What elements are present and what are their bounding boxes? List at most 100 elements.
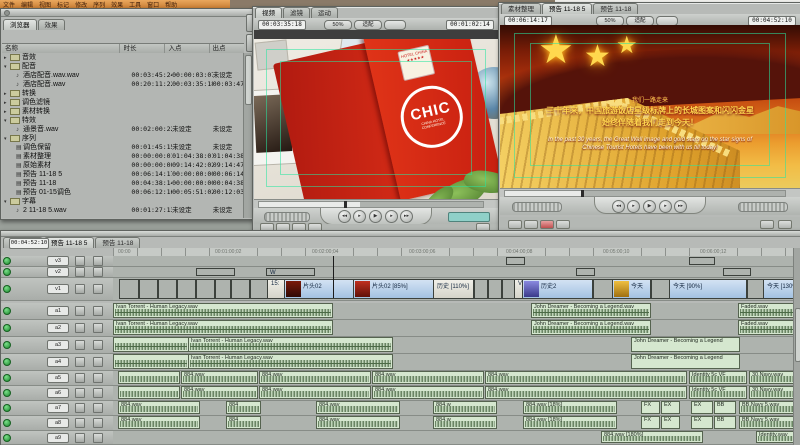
audio-clip-884.wav[interactable]: 884.wav [372,386,484,399]
speaker-icon[interactable] [93,403,103,413]
video-clip[interactable] [119,279,140,299]
video-clip[interactable] [689,257,715,265]
video-clip[interactable] [196,268,235,276]
timeline-current-timecode[interactable]: 00:04:52:10 [9,238,49,249]
browser-row-预告 01-15调色[interactable]: ▤预告 01-15调色00:06:12:1600:05:51:0200:12:0… [2,188,244,197]
track-destination-v1[interactable]: v1 [47,284,69,294]
audio-clip-Faded.wav[interactable]: Faded.wav [738,303,794,318]
viewer-current-timecode[interactable]: 00:01:02:14 [446,20,494,30]
audio-clip-BB.Navy 5.wav[interactable]: BB.Navy 5.wav [739,416,794,429]
play-button[interactable]: ▶ [643,200,656,213]
browser-row-字幕[interactable]: ▾字幕 [2,197,244,206]
audio-clip[interactable] [118,371,180,384]
browser-row-预告 11-18[interactable]: ▤预告 11-1800:04:38:1400:00:00:0000:04:38:… [2,179,244,188]
track-enable-light[interactable] [3,307,11,315]
viewer-jog-control[interactable] [264,212,310,222]
audio-clip-884.w[interactable]: 884.w [433,416,497,429]
audio-clip[interactable] [118,386,180,399]
track-destination-a8[interactable]: a8 [47,418,69,428]
browser-row-调色滤镜[interactable]: ▸调色滤镜 [2,98,244,107]
audio-clip-884.wav [18%][interactable]: 884.wav [18%] [523,416,617,429]
close-icon[interactable] [4,10,10,16]
track-header-a8[interactable]: a8 [1,416,114,430]
track-body-a1[interactable]: Ivan Torrent - Human Legacy.wav John Drea… [113,303,794,319]
previous-edit-button[interactable]: ◂◂ [612,200,625,213]
video-clip[interactable] [723,268,751,276]
track-body-a5[interactable]: 884.wav884.wav884.wav884.wavIdentity 5c … [113,371,794,385]
track-destination-a7[interactable]: a7 [47,403,69,413]
audio-clip-884.wav[interactable]: 884.wav [118,401,200,414]
audio-clip-Identity.wav[interactable]: Identity.wav [756,431,794,443]
edit-overlay-dropdown[interactable] [760,220,774,229]
audio-clip-884.wav[interactable]: 884.wav [181,386,258,399]
video-clip-W[interactable]: W [266,268,315,276]
audio-clip-Ivan Torrent - Human Legacy.wav[interactable]: Ivan Torrent - Human Legacy.wav [188,337,393,352]
audio-clip-BB.Navy 5.wav[interactable]: BB.Navy 5.wav [739,401,794,414]
track-destination-a2[interactable]: a2 [47,323,69,333]
track-enable-light[interactable] [3,404,11,412]
track-body-v2[interactable]: W [113,267,794,277]
viewer-zoom-dropdown[interactable]: 50% [324,20,352,30]
canvas-shuttle-control[interactable] [738,202,788,212]
lock-icon[interactable] [75,403,85,413]
audio-clip-John Dreamer - Becoming a Legend.wav[interactable]: John Dreamer - Becoming a Legend.wav [531,303,651,318]
track-enable-light[interactable] [3,257,11,265]
audio-clip-30.Navy.wav[interactable]: 30.Navy.wav [749,386,794,399]
audio-clip[interactable] [113,354,189,369]
video-clip[interactable] [576,268,595,276]
video-clip[interactable] [176,279,197,299]
audio-clip-884.wav[interactable]: 884.wav [372,371,484,384]
timeline-tab-预告 11-18 5[interactable]: 预告 11-18 5 [44,237,94,248]
video-clip[interactable] [230,279,251,299]
track-header-a7[interactable]: a7 [1,401,114,415]
track-destination-v2[interactable]: v2 [47,267,69,277]
browser-row-素材整理[interactable]: ▤素材整理00:00:00:0101:04:38:0101:04:38:01 [2,152,244,161]
browser-row-预告 11-18 5[interactable]: ▤预告 11-18 500:06:14:1700:00:00:0000:06:1… [2,170,244,179]
audio-clip-BB[interactable]: BB [714,416,736,429]
audio-clip-EX[interactable]: EX [691,401,713,414]
track-header-v1[interactable]: v1 [1,278,114,300]
track-destination-a3[interactable]: a3 [47,340,69,350]
viewer-video-area[interactable]: HOTEL CHINA★★★★★ CHIC CHINA HOTEL CONFER… [254,30,498,199]
browser-row-序列[interactable]: ▾序列 [2,134,244,143]
track-enable-light[interactable] [3,419,11,427]
speaker-icon[interactable] [93,388,103,398]
track-header-v3[interactable]: v3 [1,256,114,266]
lock-icon[interactable] [75,433,85,443]
audio-clip-Ivan Torrent - Human Legacy.wav[interactable]: Ivan Torrent - Human Legacy.wav [113,303,333,318]
play-in-to-out-button[interactable]: ▸ [627,200,640,213]
timeline-scrollbar[interactable] [793,248,800,445]
mark-clip-button[interactable] [524,220,538,229]
audio-clip-Identity 5c VF[interactable]: Identity 5c VF [689,371,747,384]
audio-clip-884.wav[interactable]: 884.wav [485,386,687,399]
audio-clip-Identity 5c VF[interactable]: Identity 5c VF [689,386,747,399]
browser-row-调色保留[interactable]: ▤调色保留00:01:45:15未设定未设定 [2,143,244,152]
track-header-a4[interactable]: a4 [1,354,114,370]
track-enable-light[interactable] [3,285,11,293]
track-body-a4[interactable]: Ivan Torrent - Human Legacy.wavJohn Drea… [113,354,794,370]
video-clip-片头02[interactable]: 片头02 [284,279,355,299]
viewer-view-dropdown[interactable]: 适配 [354,20,382,30]
play-around-button[interactable]: ▸ [385,210,398,223]
browser-row-酒店配音.wav[interactable]: ♪酒店配音.wav00:20:11:2200:03:35:1800:03:47:… [2,80,244,89]
audio-clip-John Dreamer - Becoming a Legend[interactable]: John Dreamer - Becoming a Legend [631,354,740,369]
previous-edit-button[interactable]: ◂◂ [338,210,351,223]
video-clip-今天[interactable]: 今天 [612,279,652,299]
viewer-tab-滤镜[interactable]: 滤镜 [283,7,310,18]
track-header-v2[interactable]: v2 [1,267,114,277]
filmstrip-icon[interactable] [93,267,103,277]
track-destination-v3[interactable]: v3 [47,256,69,266]
audio-clip-884[interactable]: 884 [226,401,261,414]
track-destination-a6[interactable]: a6 [47,388,69,398]
browser-titlebar[interactable] [1,9,253,17]
canvas-video-area[interactable]: ★ ★ ★ 我们一路走来 三十年来，中国旅游饭店星级标牌上的长城图案和闪闪金星 … [500,25,800,188]
canvas-tab-预告 11-18[interactable]: 预告 11-18 [593,3,638,14]
audio-clip-884.wav[interactable]: 884.wav [181,371,258,384]
audio-clip-BB[interactable]: BB [714,401,736,414]
browser-row-原始素材[interactable]: ▤原始素材00:00:00:0009:14:42:0209:14:47:03 [2,161,244,170]
speaker-icon[interactable] [93,323,103,333]
video-clip[interactable] [157,279,178,299]
track-destination-a9[interactable]: a9 [47,433,69,443]
browser-row-素材转换[interactable]: ▸素材转换 [2,107,244,116]
browser-row-转换[interactable]: ▸转换 [2,89,244,98]
